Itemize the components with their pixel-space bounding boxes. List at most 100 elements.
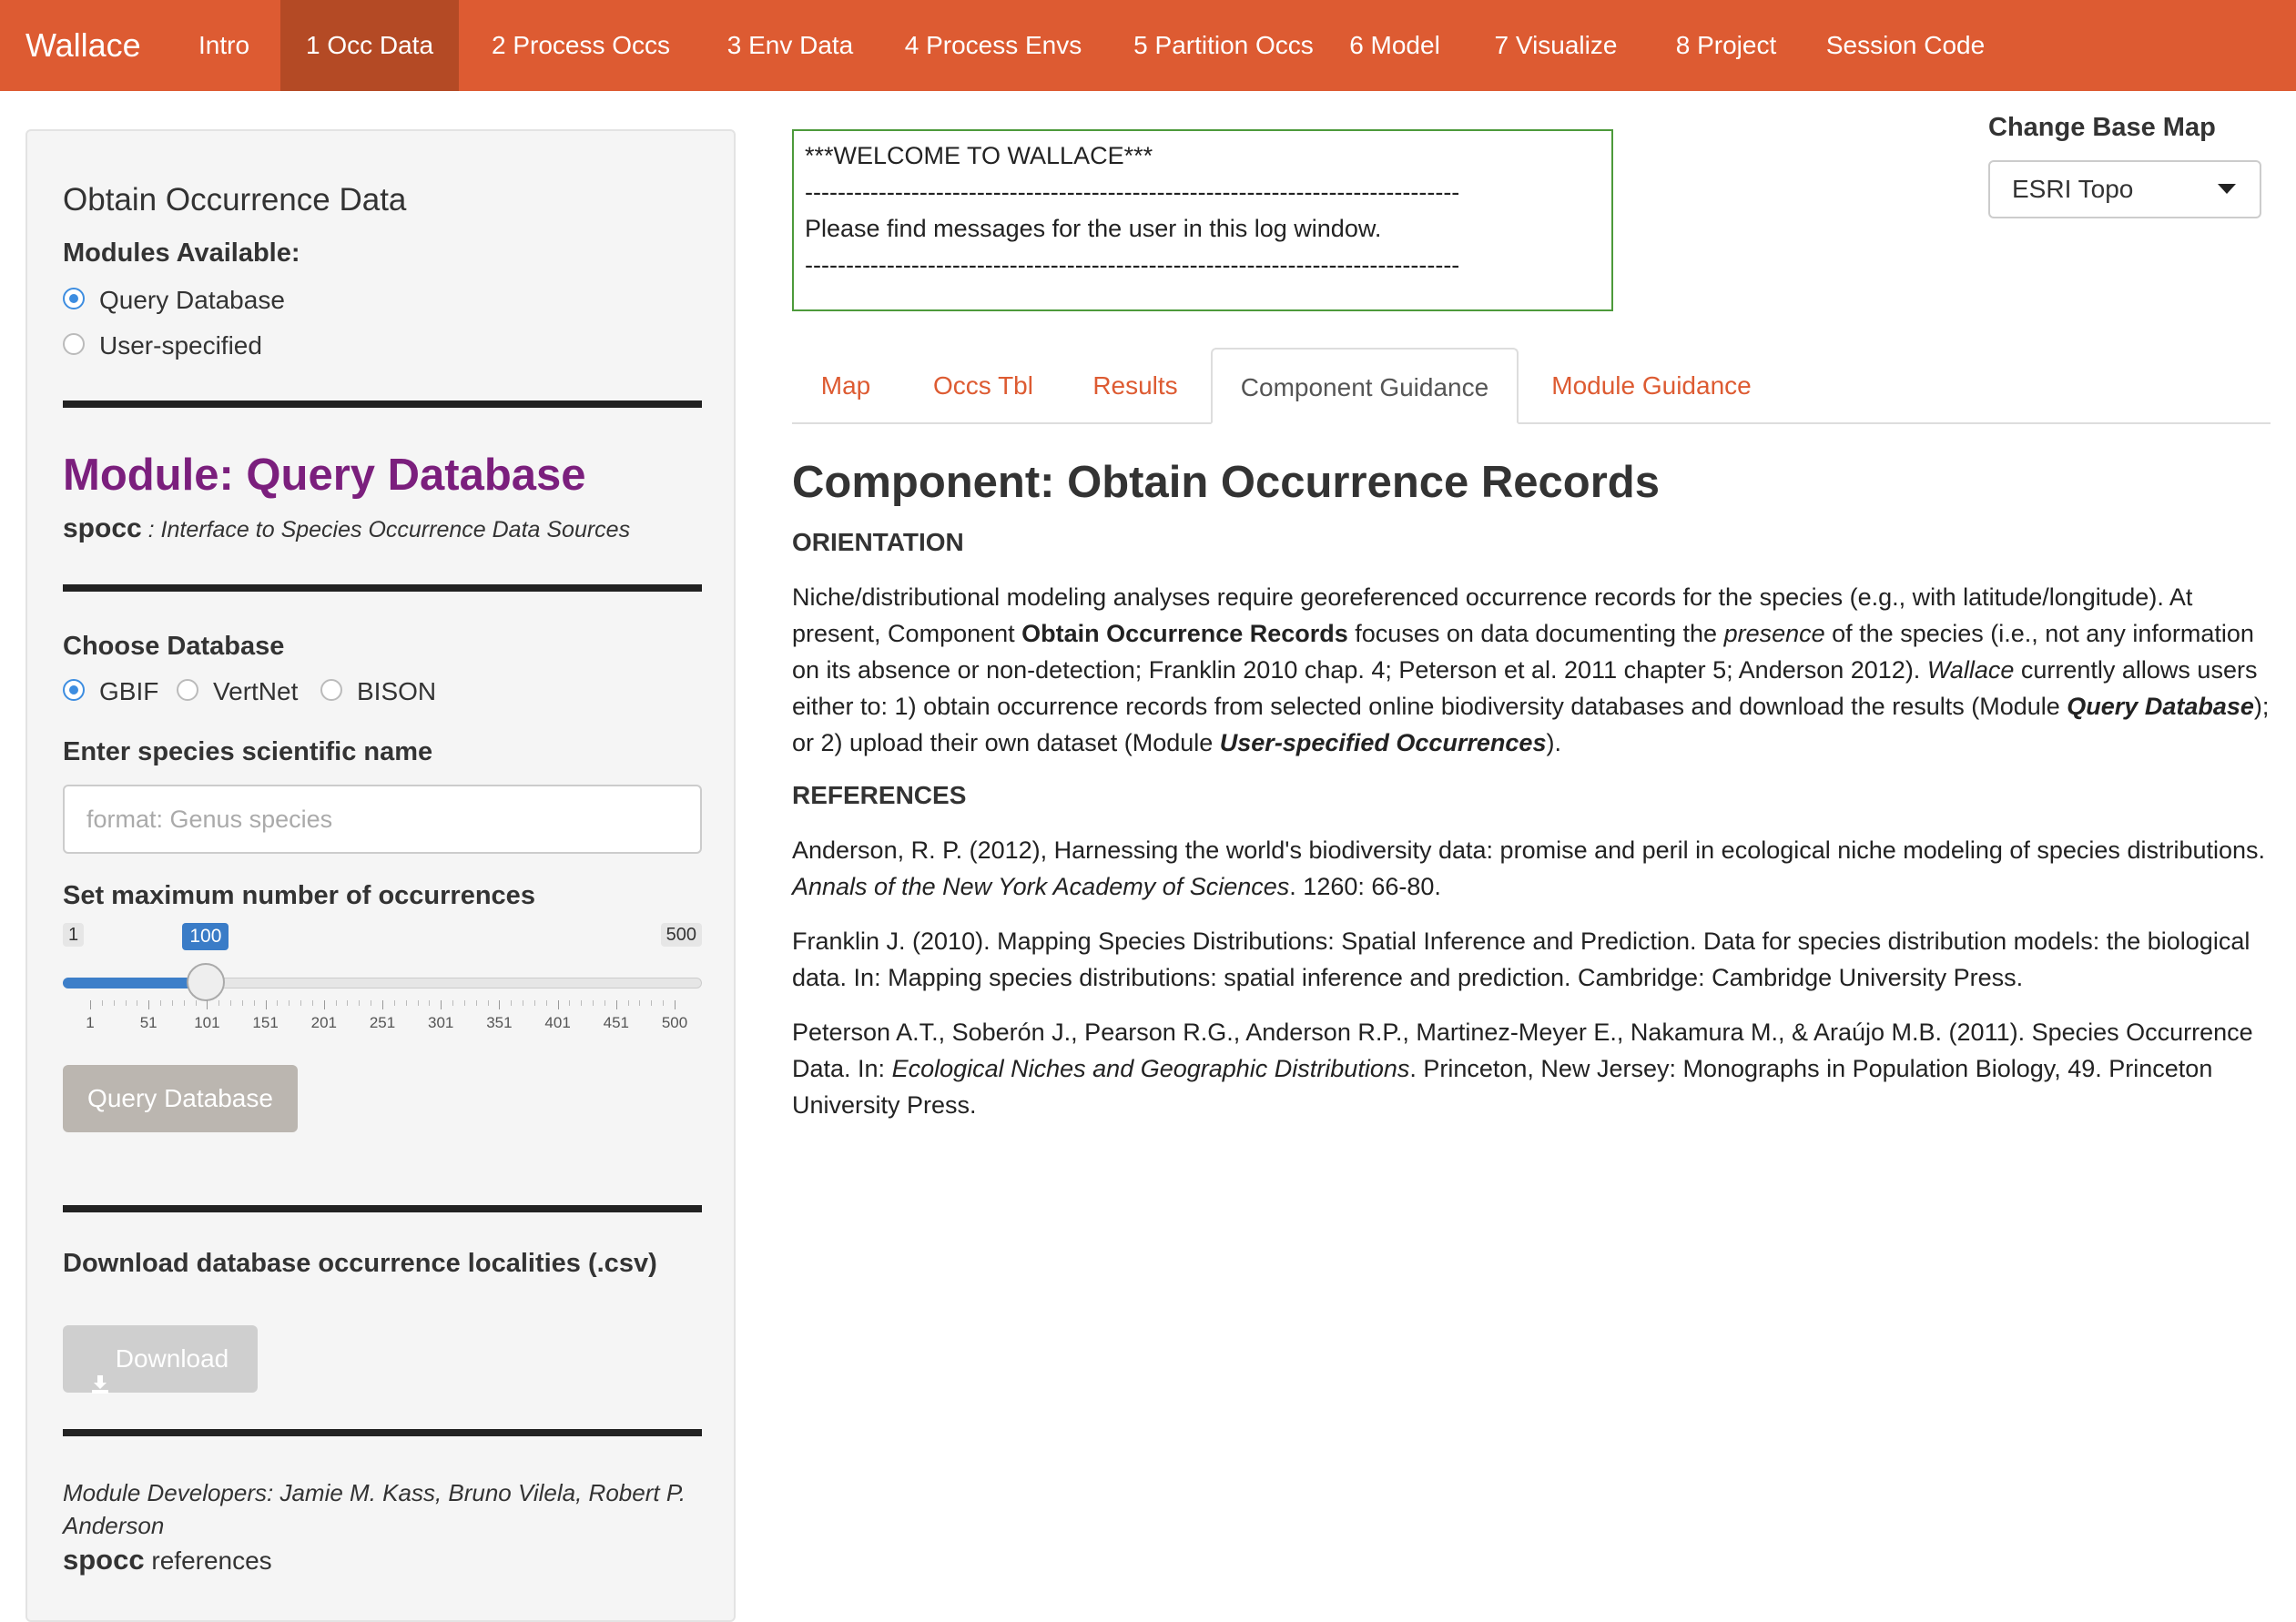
nav-env-data[interactable]: 3 Env Data [699,0,881,91]
change-base-map-label: Change Base Map [1988,113,2216,142]
tab-component-guidance[interactable]: Component Guidance [1211,348,1519,424]
slider-minor-tick [347,1000,349,1006]
spocc-references[interactable]: spocc references [63,1544,272,1576]
choose-database-label: Choose Database [63,632,285,661]
slider-tick [323,1000,325,1009]
nav-project[interactable]: 8 Project [1662,0,1790,91]
slider-minor-tick [639,1000,641,1006]
nav-partition-occs[interactable]: 5 Partition Occs [1103,0,1344,91]
module-subtitle: spocc : Interface to Species Occurrence … [63,513,630,544]
slider-minor-tick [253,1000,255,1006]
slider-handle[interactable] [187,963,226,1001]
slider-tick-label: 101 [194,1014,220,1031]
tab-occs-tbl[interactable]: Occs Tbl [910,348,1056,424]
radio-unchecked-icon[interactable] [320,679,342,701]
slider-tick-label: 451 [603,1014,629,1031]
slider-minor-tick [429,1000,431,1006]
radio-checked-icon[interactable] [63,679,85,701]
log-line: ***WELCOME TO WALLACE*** [805,142,1153,169]
slider-tick-label: 1 [86,1014,95,1031]
slider-minor-tick [160,1000,162,1006]
max-occurrences-label: Set maximum number of occurrences [63,881,535,910]
slider-tick-label: 301 [428,1014,454,1031]
nav-model[interactable]: 6 Model [1338,0,1451,91]
module-package-name: spocc [63,513,142,543]
radio-unchecked-icon[interactable] [177,679,198,701]
slider-tick [148,1000,150,1009]
reference-item: Anderson, R. P. (2012), Harnessing the w… [792,836,2266,900]
nav-process-envs[interactable]: 4 Process Envs [879,0,1107,91]
slider-minor-tick [593,1000,594,1006]
slider-minor-tick [311,1000,313,1006]
slider-minor-tick [463,1000,465,1006]
top-navbar: Wallace Intro 1 Occ Data 2 Process Occs … [0,0,2296,91]
sidebar-title: Obtain Occurrence Data [63,182,407,218]
nav-intro[interactable]: Intro [178,0,269,91]
slider-minor-tick [113,1000,115,1006]
slider-minor-tick [604,1000,605,1006]
slider-minor-tick [230,1000,232,1006]
slider-minor-tick [218,1000,220,1006]
reference-item: Peterson A.T., Soberón J., Pearson R.G.,… [792,1019,2253,1119]
slider-tick-label: 251 [369,1014,396,1031]
slider-minor-tick [101,1000,103,1006]
slider-tick [675,1000,676,1009]
caret-down-icon [2218,184,2236,194]
nav-session-code[interactable]: Session Code [1821,0,1990,91]
slider-minor-tick [300,1000,302,1006]
download-button[interactable]: Download [63,1325,258,1394]
component-title: Component: Obtain Occurrence Records [792,458,1660,507]
divider [63,1429,702,1436]
base-map-select[interactable]: ESRI Topo [1988,160,2261,218]
slider-tick-label: 500 [661,1014,688,1031]
slider-minor-tick [452,1000,454,1006]
nav-process-occs[interactable]: 2 Process Occs [472,0,690,91]
download-csv-label: Download database occurrence localities … [63,1249,657,1278]
orientation-paragraph: Niche/distributional modeling analyses r… [792,583,2270,756]
query-database-button[interactable]: Query Database [63,1065,298,1132]
species-name-label: Enter species scientific name [63,737,433,766]
brand-logo[interactable]: Wallace [25,0,141,91]
base-map-value: ESRI Topo [2012,175,2134,203]
slider-tick-label: 201 [310,1014,337,1031]
slider-minor-tick [125,1000,127,1006]
slider-tick-label: 401 [544,1014,571,1031]
slider-minor-tick [475,1000,477,1006]
divider [63,1205,702,1212]
slider-tick-label: 351 [486,1014,513,1031]
slider-minor-tick [663,1000,665,1006]
download-icon [91,1352,108,1394]
slider-tick [207,1000,208,1009]
slider-min-label: 1 [63,923,85,947]
log-window: ***WELCOME TO WALLACE*** ---------------… [792,129,1613,311]
download-button-label: Download [115,1344,229,1373]
divider [63,400,702,408]
slider-minor-tick [487,1000,489,1006]
slider-minor-tick [405,1000,407,1006]
slider-minor-tick [569,1000,571,1006]
slider-tick [441,1000,442,1009]
divider [63,584,702,592]
slider-minor-tick [545,1000,547,1006]
tab-map[interactable]: Map [792,348,899,424]
module-developers: Module Developers: Jamie M. Kass, Bruno … [63,1479,686,1539]
max-occurrences-slider[interactable]: 1 500 100 1 51 101 151 201 251 301 351 401 451 500 [63,923,702,1032]
radio-unchecked-icon[interactable] [63,333,85,355]
tab-module-guidance[interactable]: Module Guidance [1533,348,1770,424]
radio-checked-icon[interactable] [63,288,85,309]
log-line: ----------------------------------------… [805,178,1460,206]
sidebar-panel: Obtain Occurrence Data Modules Available… [25,129,736,1622]
slider-minor-tick [171,1000,173,1006]
slider-minor-tick [335,1000,337,1006]
nav-visualize[interactable]: 7 Visualize [1480,0,1631,91]
log-line: ----------------------------------------… [805,251,1460,279]
tab-results[interactable]: Results [1074,348,1196,424]
slider-minor-tick [241,1000,243,1006]
slider-minor-tick [195,1000,197,1006]
spocc-ref-pkg: spocc [63,1544,145,1576]
log-line: Please find messages for the user in thi… [805,215,1382,242]
nav-occ-data[interactable]: 1 Occ Data [280,0,459,91]
species-name-input[interactable] [63,785,702,854]
slider-minor-tick [511,1000,513,1006]
slider-minor-tick [533,1000,535,1006]
